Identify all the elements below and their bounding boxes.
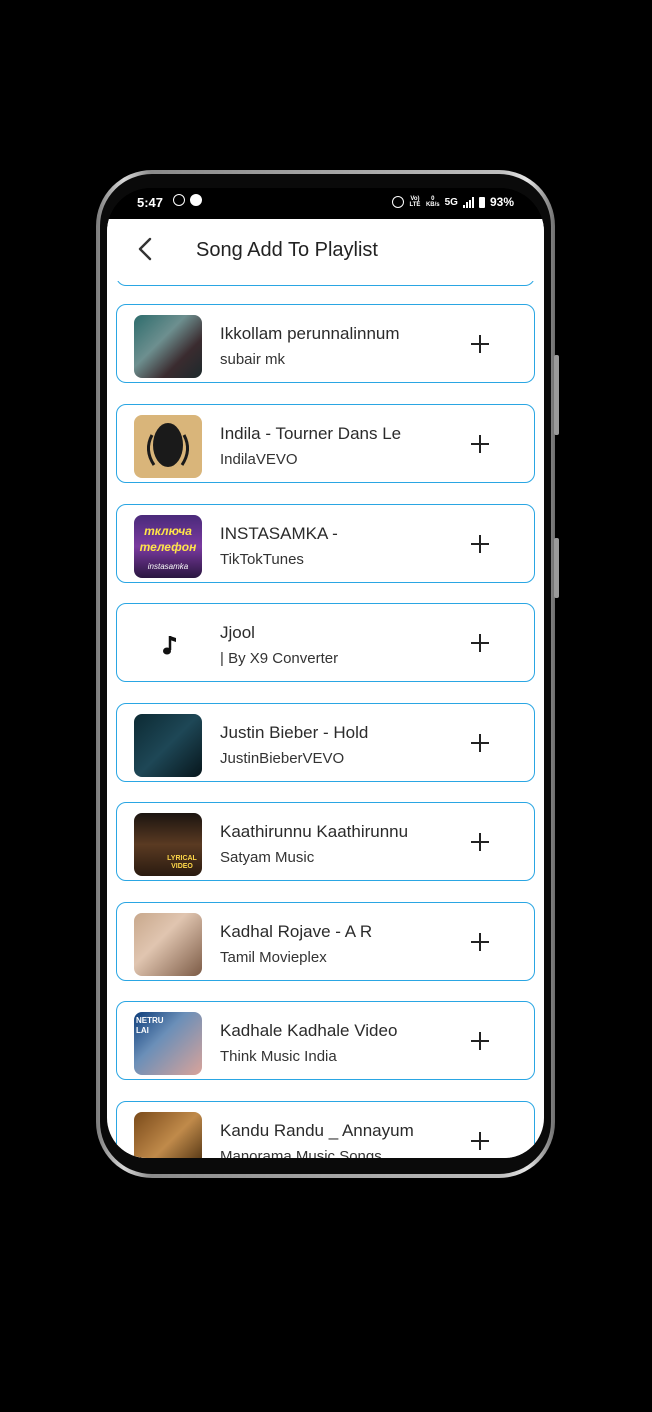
plus-icon[interactable] [469,632,491,654]
song-thumbnail [134,714,202,777]
song-thumbnail [134,415,202,478]
plus-icon[interactable] [469,433,491,455]
song-thumbnail [134,1112,202,1158]
battery-icon [478,196,485,208]
song-thumbnail: LYRICAL VIDEO [134,813,202,876]
song-artist: TikTokTunes [220,551,304,568]
battery-percent: 93% [489,195,514,209]
song-artist: JustinBieberVEVO [220,750,345,767]
song-title: Jjool [220,623,255,642]
song-card[interactable]: Kadhal Rojave - A R Tamil Movieplex [116,902,535,981]
plus-icon[interactable] [469,831,491,853]
app-bar: Song Add To Playlist [107,219,544,281]
status-bar: 5:47 Vo) LTE 0 KB/s 5G 93% [107,188,544,219]
song-artist: Think Music India [220,1048,337,1065]
song-artist: IndilaVEVO [220,451,298,468]
thumbnail-subcaption: instasamka [147,562,189,571]
song-title: Kadhal Rojave - A R [220,922,373,941]
song-card[interactable]: Jjool | By X9 Converter [116,603,535,682]
song-thumbnail [134,614,202,677]
silhouette-art [147,423,189,467]
song-artist: Satyam Music [220,849,315,866]
signal-icon [462,196,474,208]
plus-icon[interactable] [469,1130,491,1152]
thumbnail-caption: NETRU LAI [136,1016,164,1035]
song-card[interactable]: NETRU LAI Kadhale Kadhale Video Think Mu… [116,1001,535,1080]
phone-call-icon [190,194,202,206]
song-card[interactable]: Kandu Randu _ Annayum Manorama Music Son… [116,1101,535,1158]
song-card[interactable]: Indila - Tourner Dans Le IndilaVEVO [116,404,535,483]
plus-icon[interactable] [469,931,491,953]
content: Song Add To Playlist Ikkollam perunnalin… [107,219,544,1158]
arrow-back-icon[interactable] [133,236,159,262]
plus-icon[interactable] [469,732,491,754]
song-artist: subair mk [220,351,286,368]
network-type: 5G [444,196,458,208]
song-title: Ikkollam perunnalinnum [220,324,400,343]
song-card[interactable]: Justin Bieber - Hold JustinBieberVEVO [116,703,535,782]
whatsapp-icon [173,194,185,206]
power-button [554,538,559,598]
song-artist: Manorama Music Songs [220,1148,382,1158]
thumbnail-subcaption: LYRICAL VIDEO [167,855,197,870]
volume-button [554,355,559,435]
song-title: Kandu Randu _ Annayum [220,1121,414,1140]
plus-icon[interactable] [469,333,491,355]
song-card[interactable]: Ikkollam perunnalinnum subair mk [116,304,535,383]
net-speed: 0 KB/s [425,196,440,208]
song-card[interactable]: тключа телефон instasamka INSTASAMKA - T… [116,504,535,583]
volte-icon: Vo) LTE [409,196,421,208]
song-thumbnail: тключа телефон instasamka [134,515,202,578]
song-title: Kaathirunnu Kaathirunnu [220,822,409,841]
song-thumbnail [134,913,202,976]
song-artist: Tamil Movieplex [220,949,327,966]
status-time: 5:47 [137,195,164,210]
thumbnail-caption: тключа телефон [139,524,197,554]
screen: 5:47 Vo) LTE 0 KB/s 5G 93% Song Add To Pl… [107,188,544,1158]
song-title: INSTASAMKA - [220,524,338,543]
page-title: Song Add To Playlist [196,239,378,261]
song-thumbnail [134,315,202,378]
song-card[interactable]: LYRICAL VIDEO Kaathirunnu Kaathirunnu Sa… [116,802,535,881]
plus-icon[interactable] [469,1030,491,1052]
song-title: Kadhale Kadhale Video [220,1021,398,1040]
song-thumbnail: NETRU LAI [134,1012,202,1075]
alarm-icon [391,196,404,208]
song-artist: | By X9 Converter [220,650,339,667]
song-title: Indila - Tourner Dans Le [220,424,402,443]
music-note-icon [163,636,176,655]
song-title: Justin Bieber - Hold [220,723,369,742]
plus-icon[interactable] [469,533,491,555]
